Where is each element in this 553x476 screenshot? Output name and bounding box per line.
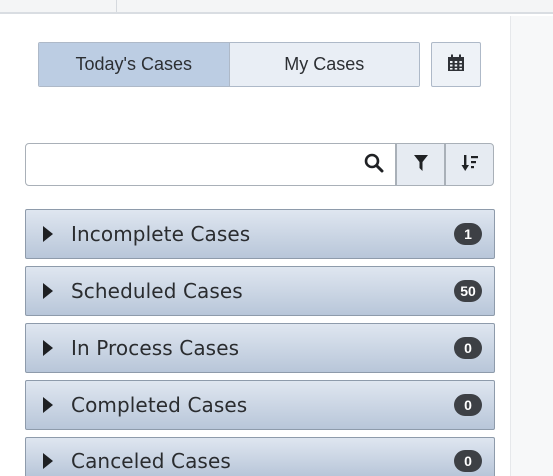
search-input[interactable] — [25, 143, 396, 186]
detail-pane — [510, 16, 553, 476]
filter-button[interactable] — [396, 143, 445, 186]
filter-icon — [413, 154, 428, 176]
group-scheduled-cases[interactable]: Scheduled Cases 50 — [25, 266, 495, 316]
caret-right-icon — [43, 226, 53, 242]
group-label: Incomplete Cases — [71, 222, 251, 246]
group-incomplete-cases[interactable]: Incomplete Cases 1 — [25, 209, 495, 259]
case-view-tabs: Today's Cases My Cases — [38, 42, 420, 87]
caret-right-icon — [43, 283, 53, 299]
search-icon[interactable] — [364, 153, 384, 177]
count-badge: 1 — [454, 223, 482, 245]
tab-todays-cases[interactable]: Today's Cases — [39, 43, 230, 86]
caret-right-icon — [43, 340, 53, 356]
tab-my-cases[interactable]: My Cases — [229, 43, 419, 86]
top-bar-divider — [116, 0, 117, 12]
group-label: Completed Cases — [71, 393, 248, 417]
group-canceled-cases[interactable]: Canceled Cases 0 — [25, 437, 495, 476]
sort-button[interactable] — [445, 143, 494, 186]
count-badge: 0 — [454, 450, 482, 472]
count-badge: 0 — [454, 394, 482, 416]
group-label: Canceled Cases — [71, 449, 231, 473]
calendar-button[interactable] — [431, 42, 481, 87]
calendar-icon — [447, 54, 465, 76]
caret-right-icon — [43, 453, 53, 469]
top-bar — [0, 0, 553, 14]
group-in-process-cases[interactable]: In Process Cases 0 — [25, 323, 495, 373]
group-label: Scheduled Cases — [71, 279, 243, 303]
count-badge: 0 — [454, 337, 482, 359]
group-label: In Process Cases — [71, 336, 240, 360]
group-completed-cases[interactable]: Completed Cases 0 — [25, 380, 495, 430]
caret-right-icon — [43, 397, 53, 413]
count-badge: 50 — [454, 280, 482, 302]
sort-icon — [461, 154, 479, 176]
